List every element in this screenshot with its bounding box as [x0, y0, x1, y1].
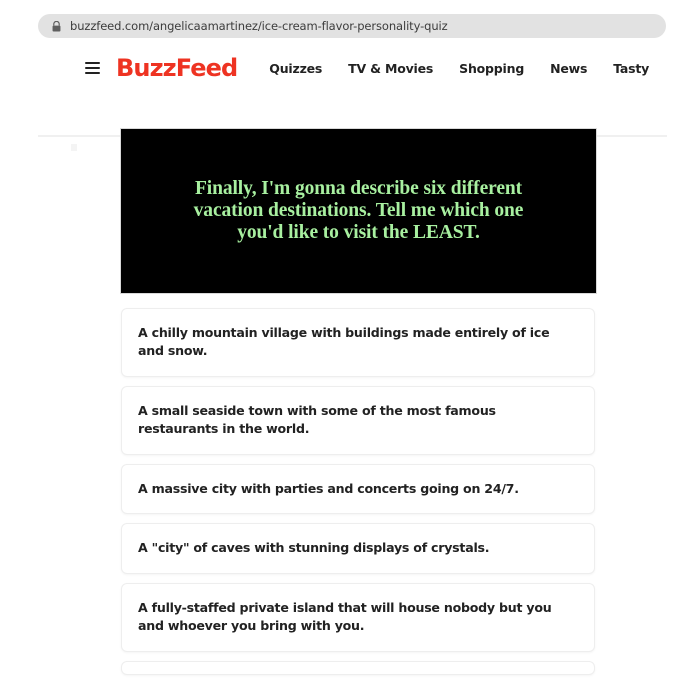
answer-option[interactable]: A "city" of caves with stunning displays… — [121, 523, 595, 575]
answer-option-label: A fully-staffed private island that will… — [138, 600, 552, 634]
url-text: buzzfeed.com/angelicaamartinez/ice-cream… — [70, 19, 448, 33]
answer-option-label: A chilly mountain village with buildings… — [138, 325, 550, 358]
nav-item-tasty[interactable]: Tasty — [613, 61, 649, 76]
answer-option[interactable] — [121, 661, 595, 675]
answer-option[interactable]: A small seaside town with some of the mo… — [121, 385, 595, 455]
answer-option-label: A "city" of caves with stunning displays… — [138, 540, 490, 556]
question-banner: Finally, I'm gonna describe six differen… — [121, 129, 596, 293]
nav-item-shopping[interactable]: Shopping — [459, 61, 524, 76]
nav-item-news[interactable]: News — [550, 61, 587, 76]
answer-option-label: A small seaside town with some of the mo… — [138, 402, 496, 436]
address-bar[interactable]: buzzfeed.com/angelicaamartinez/ice-cream… — [38, 14, 666, 38]
question-text: Finally, I'm gonna describe six differen… — [193, 178, 524, 243]
answer-option[interactable]: A chilly mountain village with buildings… — [121, 308, 595, 377]
answer-option[interactable]: A massive city with parties and concerts… — [121, 463, 595, 515]
hamburger-menu-icon[interactable] — [85, 62, 100, 74]
nav-item-quizzes[interactable]: Quizzes — [269, 61, 322, 76]
answer-option[interactable]: A fully-staffed private island that will… — [121, 583, 595, 652]
browser-chrome: buzzfeed.com/angelicaamartinez/ice-cream… — [0, 0, 692, 48]
buzzfeed-logo[interactable]: BuzzFeed — [116, 56, 238, 80]
main-nav: Quizzes TV & Movies Shopping News Tasty — [269, 61, 649, 76]
answer-options-list: A chilly mountain village with buildings… — [121, 308, 595, 684]
answer-option-label: A massive city with parties and concerts… — [138, 480, 519, 496]
lock-icon — [52, 20, 61, 32]
nav-item-tv-and-movies[interactable]: TV & Movies — [348, 61, 433, 76]
placeholder-artifact — [71, 144, 77, 151]
site-header: BuzzFeed Quizzes TV & Movies Shopping Ne… — [0, 48, 692, 151]
